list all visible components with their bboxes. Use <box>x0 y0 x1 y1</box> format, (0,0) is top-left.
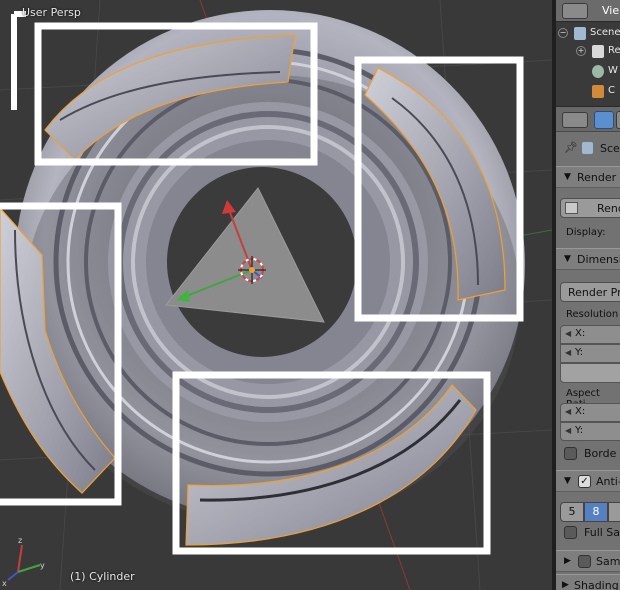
field-label: Y: <box>575 425 584 436</box>
resolution-x-field[interactable]: ◀ X: <box>560 325 620 344</box>
properties-breadcrumb: 📌︎ Scene <box>556 138 620 160</box>
panel-title: Shading <box>574 579 619 590</box>
render-layers-tab-icon[interactable] <box>616 111 620 129</box>
properties-header <box>556 106 620 132</box>
outliner-row-label: Scene <box>590 27 620 38</box>
presets-label: Render Pre <box>568 286 620 299</box>
viewport-canvas: z y x <box>0 0 552 590</box>
editor-type-button[interactable] <box>562 3 588 19</box>
aa-sample-option[interactable]: 5 <box>560 502 584 522</box>
field-label: X: <box>575 406 586 417</box>
outliner-row-world[interactable]: W <box>556 62 620 82</box>
collapse-arrow-icon: ▼ <box>564 476 571 486</box>
border-toggle[interactable]: Borde <box>556 446 620 464</box>
expand-arrow-icon: ▶ <box>562 580 569 590</box>
outliner-view-menu[interactable]: Vie <box>602 4 619 17</box>
svg-text:z: z <box>18 536 22 545</box>
collapse-arrow-icon: ▼ <box>564 254 571 264</box>
resolution-percent-field[interactable] <box>560 363 620 383</box>
decrement-arrow-icon[interactable]: ◀ <box>565 329 571 338</box>
aspect-y-field[interactable]: ◀ Y: <box>560 422 620 441</box>
render-button[interactable]: Render <box>560 198 620 218</box>
full-sample-label: Full Sam <box>584 526 620 539</box>
render-tab-camera-icon[interactable] <box>594 111 614 129</box>
render-presets-dropdown[interactable]: Render Pre <box>560 282 620 302</box>
aa-sample-option[interactable] <box>608 502 620 522</box>
full-sample-checkbox[interactable] <box>564 526 577 539</box>
outliner-row-camera[interactable]: C <box>556 82 620 102</box>
panel-title: Anti- <box>596 475 620 488</box>
3d-viewport[interactable]: z y x User Persp (1) Cylinder <box>0 0 552 590</box>
scene-icon <box>582 142 593 154</box>
aa-samples-selector: 5 8 <box>556 502 620 522</box>
outliner: Vie − Scene + Re W C <box>556 0 620 106</box>
panel-title: Sam <box>596 555 620 568</box>
collapse-icon[interactable]: − <box>558 28 568 38</box>
aspect-x-field[interactable]: ◀ X: <box>560 403 620 422</box>
outliner-header: Vie <box>556 0 620 22</box>
pin-icon[interactable]: 📌︎ <box>564 141 578 154</box>
render-panel-header[interactable]: ▼ Render <box>556 166 620 188</box>
render-button-label: Render <box>597 202 620 215</box>
field-label: X: <box>575 328 586 339</box>
full-sample-toggle[interactable]: Full Sam <box>556 525 620 543</box>
render-icon <box>565 202 578 214</box>
display-label: Display: <box>566 227 606 238</box>
outliner-row-render-layers[interactable]: + Re <box>556 42 620 62</box>
outliner-row-label: C <box>608 85 615 96</box>
resolution-label: Resolution <box>566 309 619 320</box>
breadcrumb-label: Scene <box>600 142 620 155</box>
panel-title: Render <box>577 171 617 184</box>
decrement-arrow-icon[interactable]: ◀ <box>565 407 571 416</box>
view-axis-widget-icon: z y x <box>2 536 45 588</box>
svg-text:y: y <box>40 561 45 570</box>
camera-icon <box>592 85 604 98</box>
collapse-arrow-icon: ▼ <box>564 172 571 182</box>
editor-type-button[interactable] <box>562 112 588 128</box>
antialiasing-checkbox[interactable]: ✓ <box>578 475 591 488</box>
decrement-arrow-icon[interactable]: ◀ <box>565 348 571 357</box>
expand-arrow-icon: ▶ <box>564 556 571 566</box>
resolution-y-field[interactable]: ◀ Y: <box>560 344 620 363</box>
view-perspective-label: User Persp <box>22 6 81 19</box>
active-object-label: (1) Cylinder <box>70 570 135 583</box>
corner-marks <box>11 11 26 110</box>
outliner-row-scene[interactable]: − Scene <box>556 24 620 44</box>
border-label: Borde <box>584 447 617 460</box>
right-panel: Vie − Scene + Re W C 📌︎ Scene <box>556 0 620 590</box>
expand-icon[interactable]: + <box>576 46 586 56</box>
sampled-checkbox[interactable] <box>578 555 591 568</box>
outliner-row-label: Re <box>608 45 620 56</box>
decrement-arrow-icon[interactable]: ◀ <box>565 426 571 435</box>
render-layers-icon <box>592 45 604 58</box>
antialiasing-panel-header[interactable]: ▼ ✓ Anti- <box>556 470 620 492</box>
sampled-panel-header[interactable]: ▶ Sam <box>556 550 620 572</box>
svg-text:x: x <box>2 579 7 588</box>
scene-icon <box>574 27 586 40</box>
dimensions-panel-header[interactable]: ▼ Dimensi <box>556 248 620 270</box>
border-checkbox[interactable] <box>564 447 577 460</box>
field-label: Y: <box>575 347 584 358</box>
panel-title: Dimensi <box>577 253 620 266</box>
aa-sample-option-selected[interactable]: 8 <box>584 502 608 522</box>
world-icon <box>592 65 604 78</box>
outliner-row-label: W <box>608 65 618 76</box>
shading-panel-header[interactable]: ▶ Shading <box>556 574 620 590</box>
